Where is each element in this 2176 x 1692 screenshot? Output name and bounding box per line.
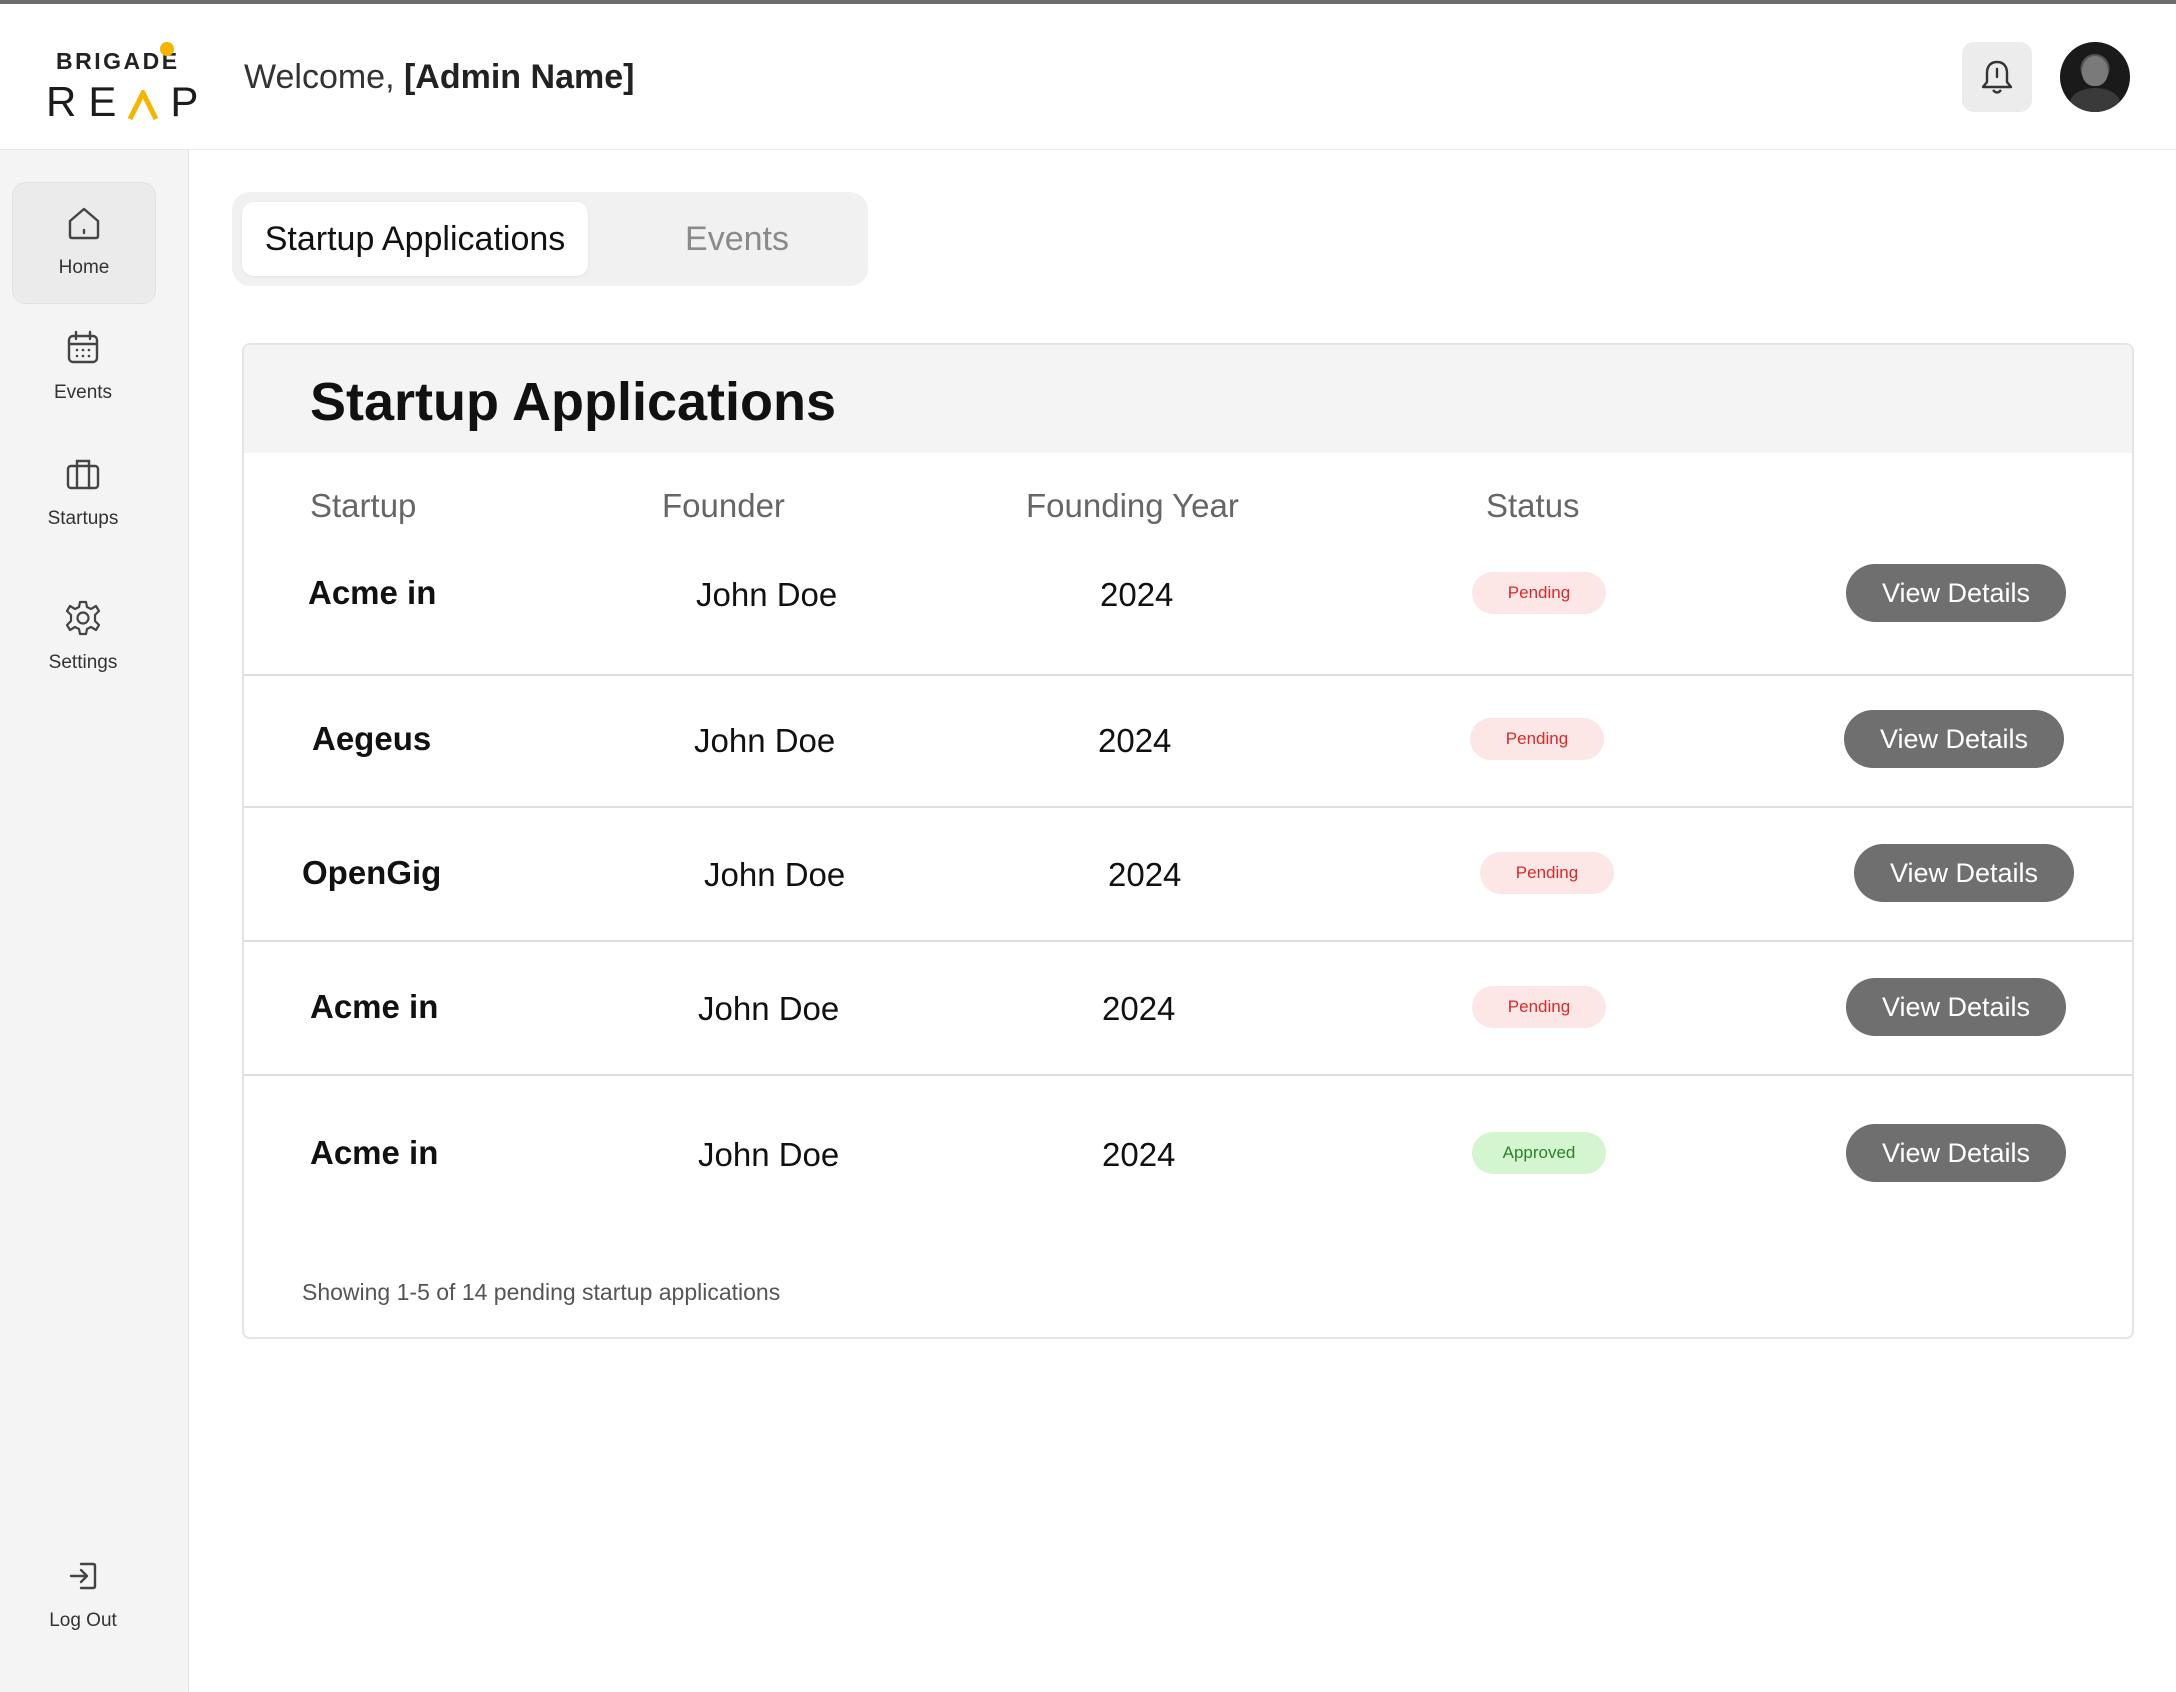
sidebar-item-label: Settings — [48, 652, 118, 673]
startup-name: Acme in — [310, 988, 439, 1025]
status-badge: Pending — [1472, 572, 1606, 614]
sidebar-item-startups[interactable]: Startups — [12, 434, 154, 554]
logo-dot — [160, 42, 174, 56]
tab-events[interactable]: Events — [632, 202, 842, 276]
startup-name: Aegeus — [312, 720, 432, 757]
founder-name: John Doe — [696, 576, 838, 613]
welcome-prefix: Welcome, — [244, 58, 395, 96]
table-row: Acme in John Doe 2024 Pending View Detai… — [244, 542, 2132, 676]
founder-name: John Doe — [698, 1136, 840, 1173]
sidebar-item-label: Startups — [47, 508, 119, 529]
column-header-status: Status — [1486, 487, 1580, 524]
sidebar-item-label: Home — [58, 257, 110, 278]
sidebar-item-events[interactable]: Events — [12, 308, 154, 428]
founding-year: 2024 — [1102, 990, 1176, 1027]
sidebar-item-settings[interactable]: Settings — [12, 578, 154, 698]
founder-name: John Doe — [704, 856, 846, 893]
brigade-reap-logo[interactable]: BRIGADE R E P — [46, 42, 198, 126]
view-details-button[interactable]: View Details — [1846, 1124, 2066, 1182]
top-header: BRIGADE R E P Welcome, [Admin Name] — [0, 4, 2176, 150]
notifications-button[interactable] — [1962, 42, 2032, 112]
view-details-button[interactable]: View Details — [1846, 564, 2066, 622]
founding-year: 2024 — [1098, 722, 1172, 759]
card-header: Startup Applications — [244, 345, 2132, 453]
founder-name: John Doe — [698, 990, 840, 1027]
avatar-face — [2082, 56, 2108, 86]
column-header-founder: Founder — [662, 487, 785, 524]
startup-name: OpenGig — [302, 854, 442, 891]
welcome-message: Welcome, [Admin Name] — [244, 58, 634, 97]
pagination-summary: Showing 1-5 of 14 pending startup applic… — [302, 1279, 781, 1305]
founding-year: 2024 — [1100, 576, 1174, 613]
startup-name: Acme in — [310, 1134, 439, 1171]
status-badge: Pending — [1472, 986, 1606, 1028]
founder-name: John Doe — [694, 722, 836, 759]
logo-a-chevron-icon — [128, 90, 159, 120]
status-badge: Pending — [1470, 718, 1604, 760]
founding-year: 2024 — [1102, 1136, 1176, 1173]
sidebar: Home Events Startups Settings Log Out — [0, 150, 189, 1692]
table-row: OpenGig John Doe 2024 Pending View Detai… — [244, 808, 2132, 942]
startup-applications-card: Startup Applications Startup Founder Fou… — [242, 343, 2134, 1339]
sidebar-item-logout[interactable]: Log Out — [12, 1536, 154, 1656]
founding-year: 2024 — [1108, 856, 1182, 893]
logout-icon — [69, 1562, 97, 1590]
card-title: Startup Applications — [310, 372, 837, 432]
calendar-icon — [67, 330, 99, 364]
column-header-founding-year: Founding Year — [1026, 487, 1239, 524]
home-icon — [68, 207, 100, 240]
briefcase-icon — [66, 459, 100, 490]
admin-name: [Admin Name] — [403, 58, 635, 96]
column-header-startup: Startup — [310, 487, 417, 524]
logo-reap-text: R E P — [46, 78, 211, 125]
view-details-button[interactable]: View Details — [1854, 844, 2074, 902]
status-badge: Approved — [1472, 1132, 1606, 1174]
profile-avatar[interactable] — [2060, 42, 2130, 112]
avatar-body — [2070, 88, 2120, 112]
view-details-button[interactable]: View Details — [1844, 710, 2064, 768]
sidebar-item-home[interactable]: Home — [12, 182, 156, 304]
gear-icon — [65, 600, 101, 636]
tab-startup-applications[interactable]: Startup Applications — [242, 202, 588, 276]
table-row: Acme in John Doe 2024 Pending View Detai… — [244, 942, 2132, 1076]
view-tabs: Startup Applications Events — [232, 192, 868, 286]
table-row: Aegeus John Doe 2024 Pending View Detail… — [244, 676, 2132, 808]
status-badge: Pending — [1480, 852, 1614, 894]
startup-name: Acme in — [308, 574, 437, 611]
bell-icon — [1981, 60, 2013, 94]
view-details-button[interactable]: View Details — [1846, 978, 2066, 1036]
table-row: Acme in John Doe 2024 Approved View Deta… — [244, 1076, 2132, 1208]
sidebar-item-label: Events — [53, 382, 113, 403]
logout-label: Log Out — [49, 1610, 117, 1631]
